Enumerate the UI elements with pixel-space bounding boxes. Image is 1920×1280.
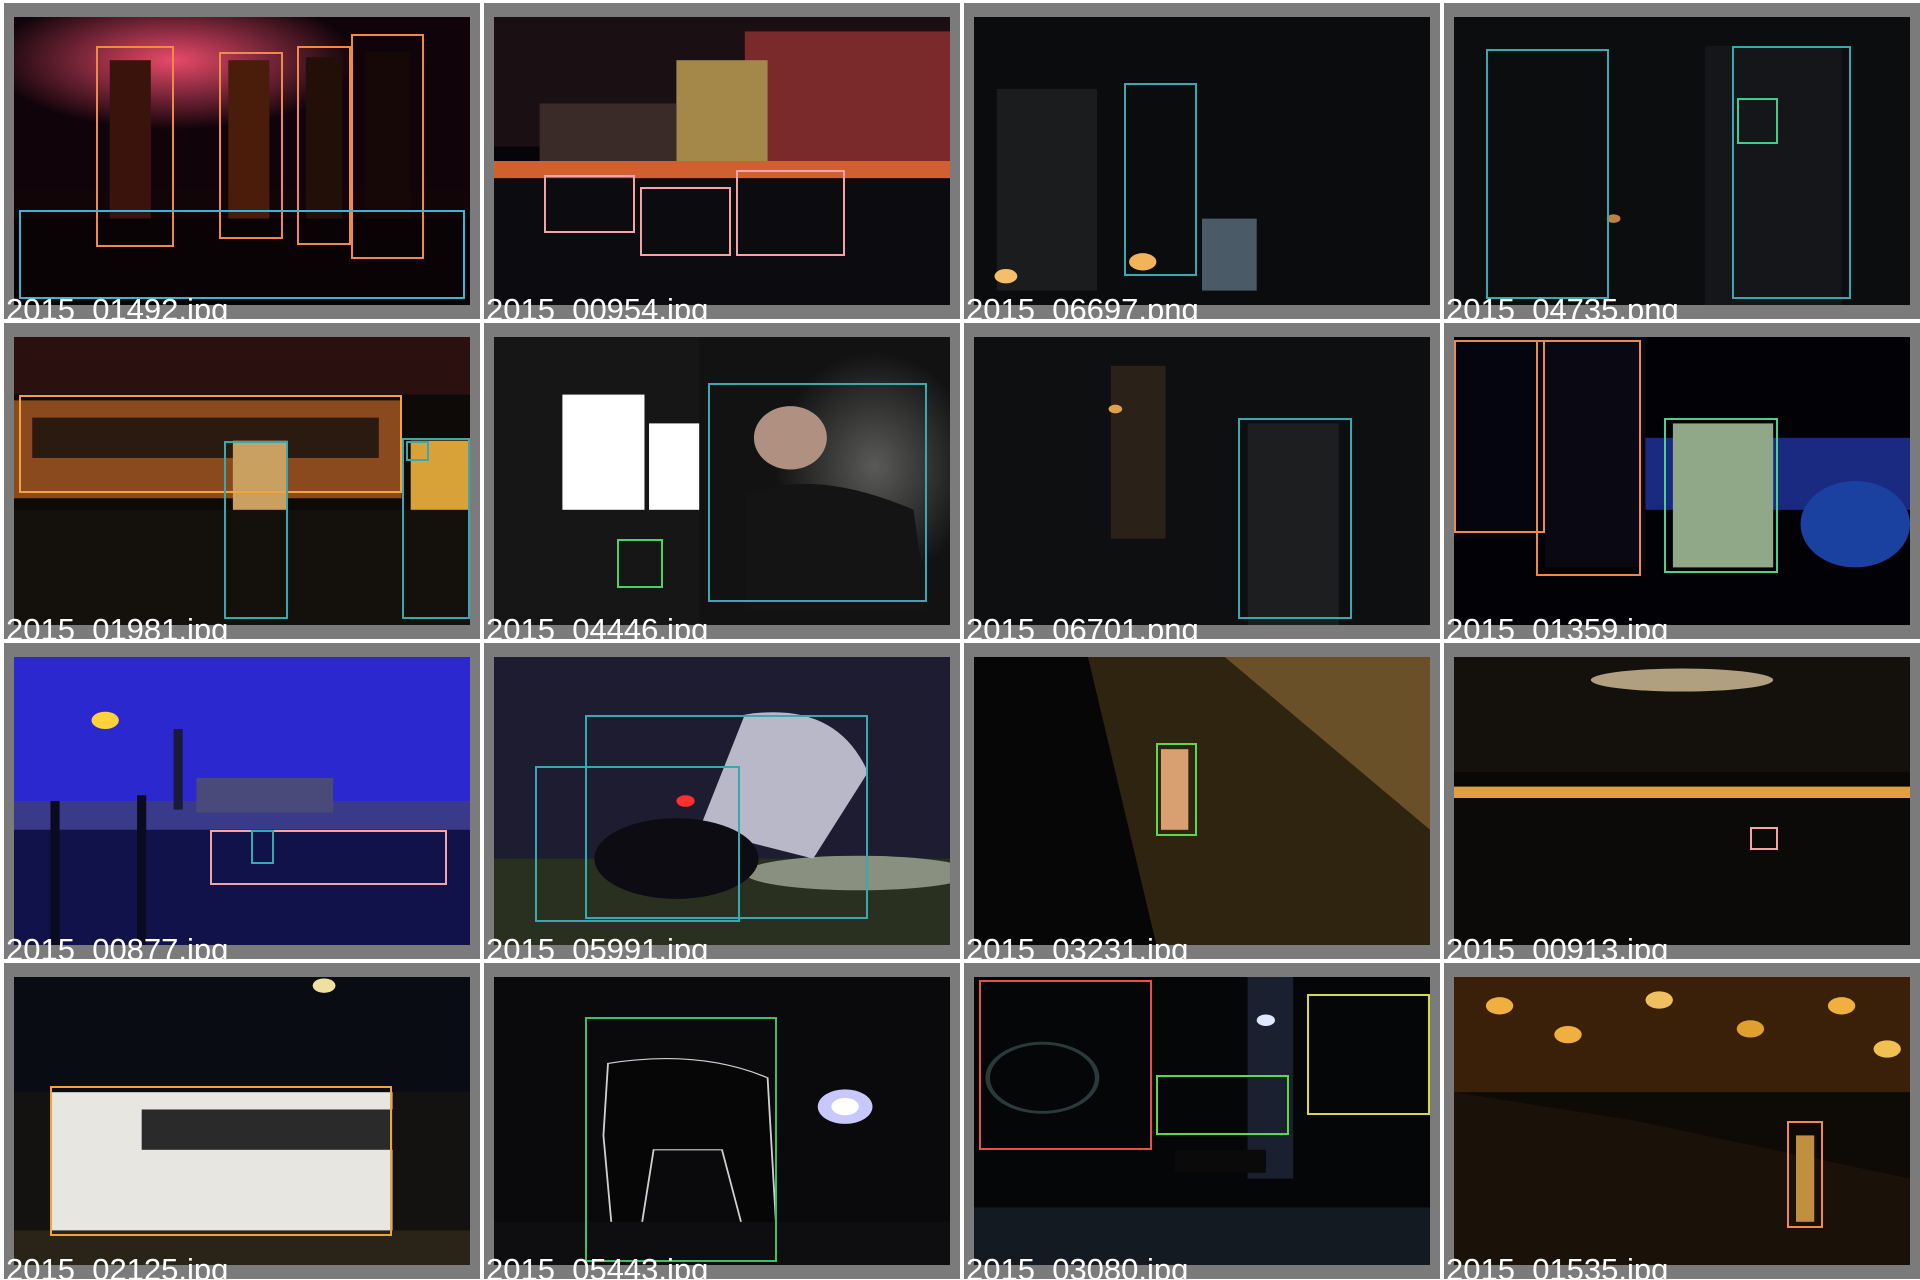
filename-caption: 2015_06701.png — [966, 612, 1199, 639]
image-tile[interactable]: 2015_00954.jpg — [484, 3, 960, 319]
filename-caption: 2015_06697.png — [966, 292, 1199, 319]
photo-dark-library — [974, 337, 1430, 625]
image-tile[interactable]: 2015_06701.png — [964, 323, 1440, 639]
photo-venice-blue — [14, 657, 470, 945]
image-tile[interactable]: 2015_01492.jpg — [4, 3, 480, 319]
image-tile[interactable]: 2015_00877.jpg — [4, 643, 480, 959]
filename-caption: 2015_02125.jpg — [6, 1252, 229, 1279]
image-grid: 2015_01492.jpg 2015_00954.jpg 2015_06697… — [0, 0, 1920, 1280]
filename-caption: 2015_04446.jpg — [486, 612, 709, 639]
photo-dark-figures — [1454, 17, 1910, 305]
photo-dark-candle-room — [974, 17, 1430, 305]
photo-bicycle-cat-alley — [974, 977, 1430, 1265]
image-tile[interactable]: 2015_04446.jpg — [484, 323, 960, 639]
filename-caption: 2015_01492.jpg — [6, 292, 229, 319]
filename-caption: 2015_00913.jpg — [1446, 932, 1669, 959]
filename-caption: 2015_01981.jpg — [6, 612, 229, 639]
photo-wolf-silhouette — [494, 977, 950, 1265]
photo-motorbike — [494, 657, 950, 945]
image-tile[interactable]: 2015_03080.jpg — [964, 963, 1440, 1279]
photo-computer-desk — [494, 337, 950, 625]
photo-bar-bottles — [14, 17, 470, 305]
image-tile[interactable]: 2015_05443.jpg — [484, 963, 960, 1279]
filename-caption: 2015_01359.jpg — [1446, 612, 1669, 639]
filename-caption: 2015_05443.jpg — [486, 1252, 709, 1279]
image-tile[interactable]: 2015_01981.jpg — [4, 323, 480, 639]
image-tile[interactable]: 2015_01359.jpg — [1444, 323, 1920, 639]
filename-caption: 2015_01535.jpg — [1446, 1252, 1669, 1279]
image-tile[interactable]: 2015_05991.jpg — [484, 643, 960, 959]
image-tile[interactable]: 2015_03231.jpg — [964, 643, 1440, 959]
filename-caption: 2015_04735.png — [1446, 292, 1679, 319]
photo-city-lights-water — [1454, 657, 1910, 945]
photo-cobblestone-cat — [974, 657, 1430, 945]
photo-bus-street — [14, 337, 470, 625]
image-tile[interactable]: 2015_00913.jpg — [1444, 643, 1920, 959]
filename-caption: 2015_05991.jpg — [486, 932, 709, 959]
filename-caption: 2015_03080.jpg — [966, 1252, 1189, 1279]
photo-bokeh-bottle — [1454, 977, 1910, 1265]
filename-caption: 2015_03231.jpg — [966, 932, 1189, 959]
photo-harbor-night — [494, 17, 950, 305]
image-tile[interactable]: 2015_02125.jpg — [4, 963, 480, 1279]
photo-bottles-glass — [1454, 337, 1910, 625]
image-tile[interactable]: 2015_04735.png — [1444, 3, 1920, 319]
image-tile[interactable]: 2015_01535.jpg — [1444, 963, 1920, 1279]
filename-caption: 2015_00877.jpg — [6, 932, 229, 959]
photo-white-bus — [14, 977, 470, 1265]
filename-caption: 2015_00954.jpg — [486, 292, 709, 319]
image-tile[interactable]: 2015_06697.png — [964, 3, 1440, 319]
